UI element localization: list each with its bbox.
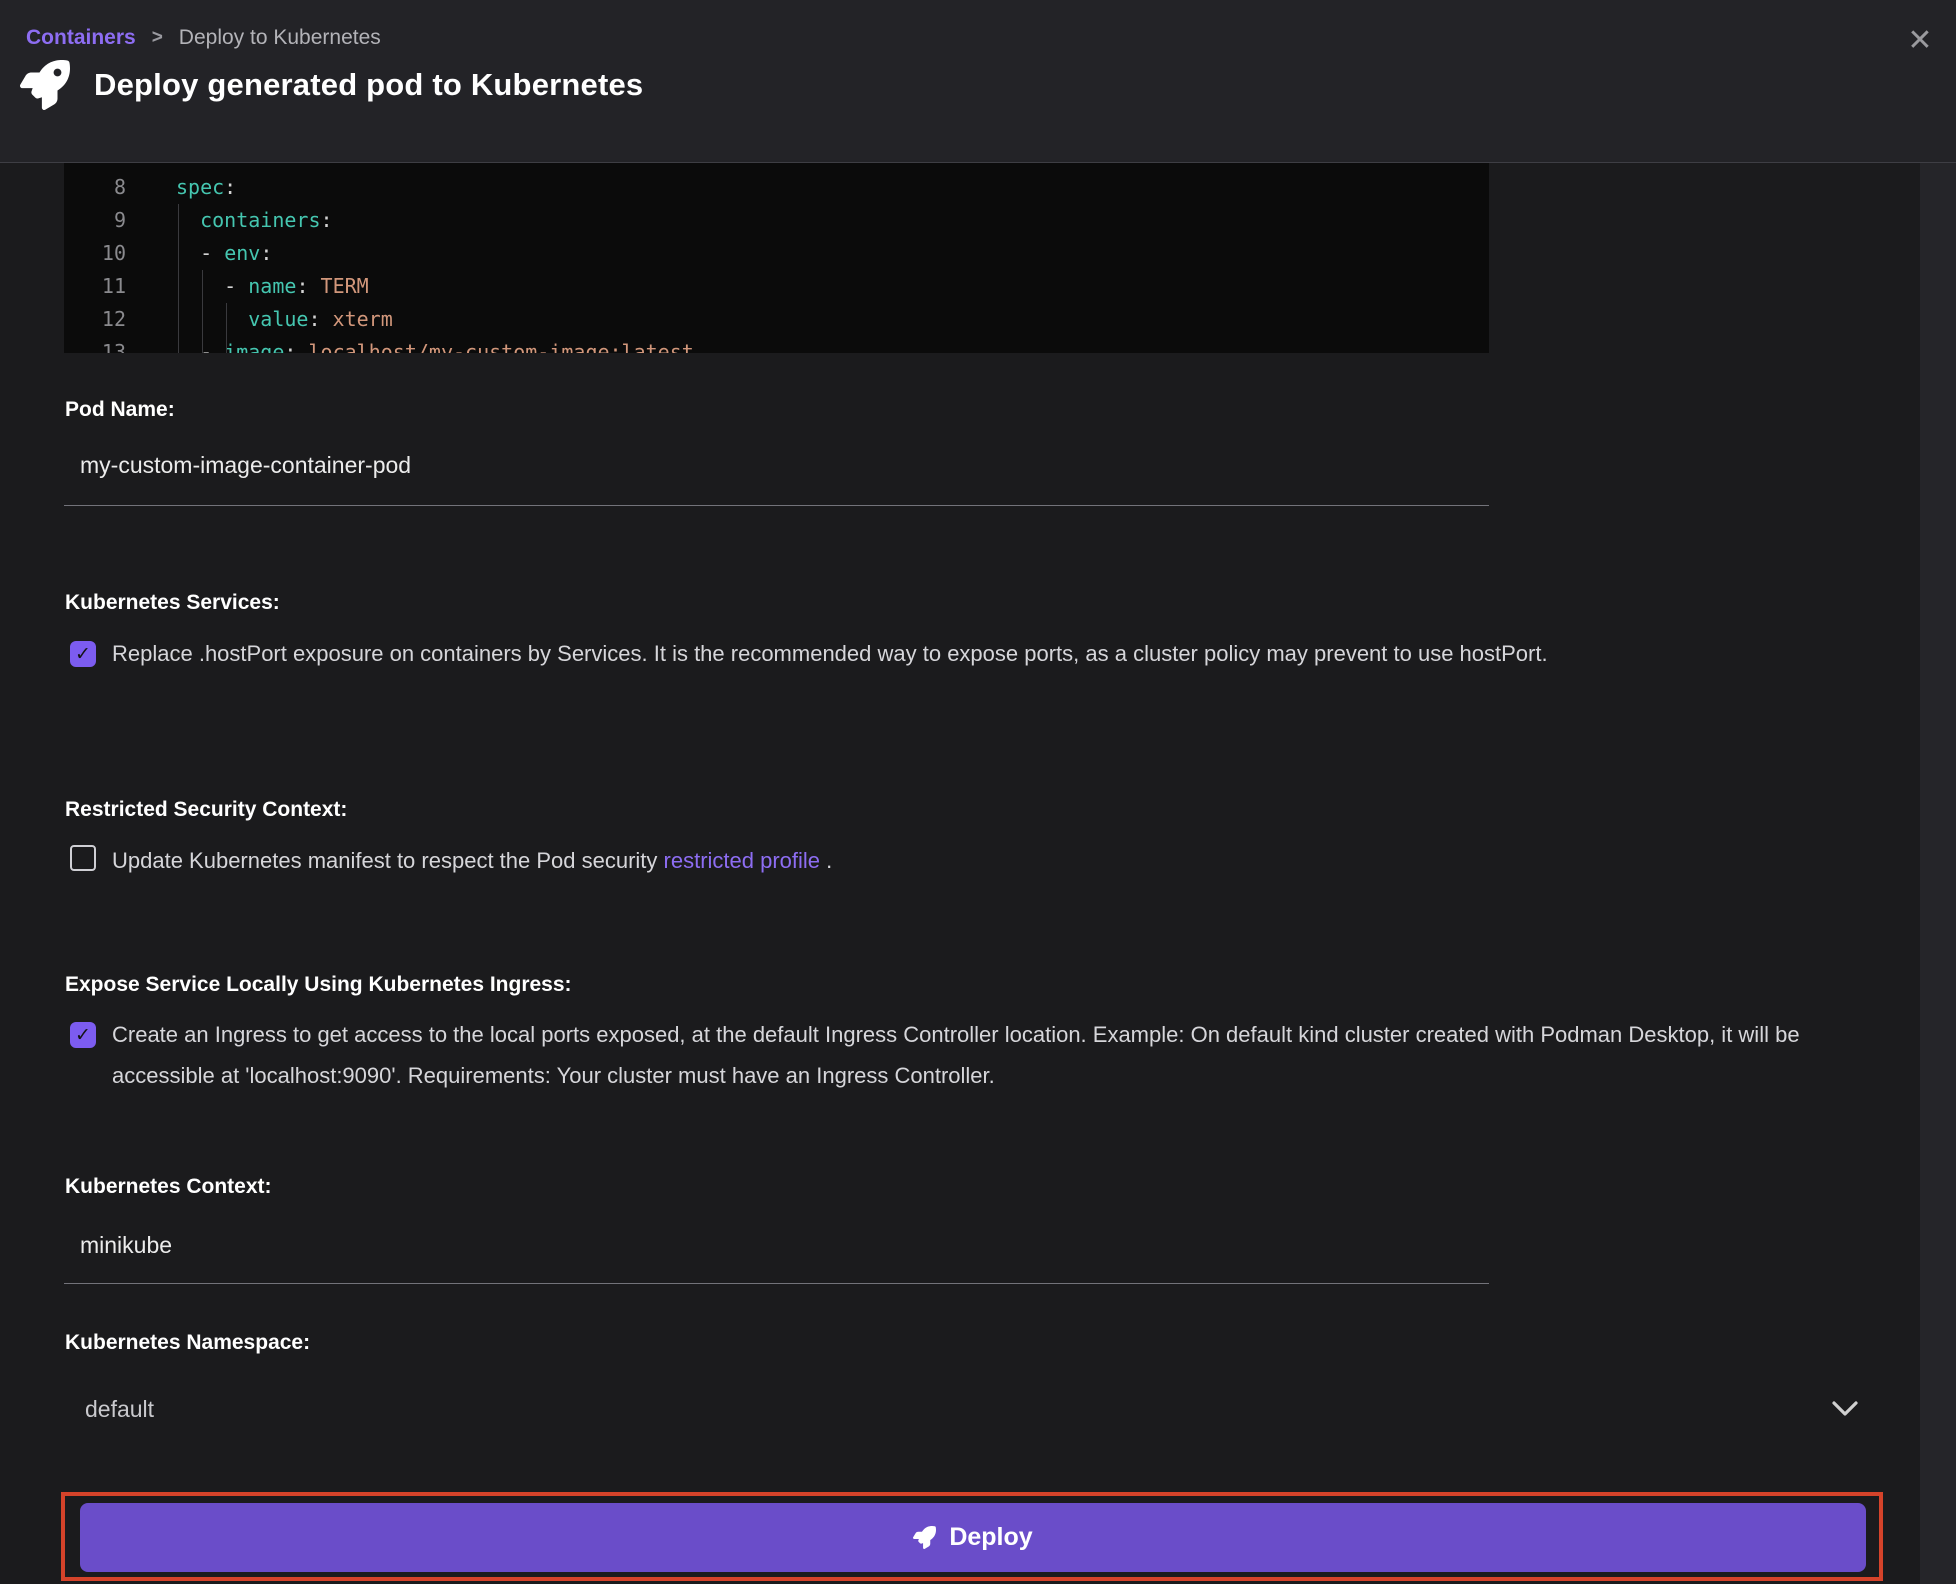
- rocket-icon: [913, 1526, 936, 1549]
- close-icon[interactable]: ✕: [1900, 20, 1940, 60]
- ingress-label: Expose Service Locally Using Kubernetes …: [65, 973, 572, 997]
- restricted-profile-link[interactable]: restricted profile: [664, 848, 821, 873]
- restricted-description: Update Kubernetes manifest to respect th…: [112, 840, 1832, 881]
- yaml-editor[interactable]: 8spec: 9 containers: 10 - env: 11 - name…: [64, 163, 1489, 353]
- deploy-button[interactable]: Deploy: [80, 1503, 1866, 1572]
- breadcrumb: Containers > Deploy to Kubernetes: [26, 26, 381, 50]
- scrollbar-track[interactable]: [1920, 163, 1956, 1584]
- code-line-8: 8spec:: [64, 171, 1489, 204]
- indent-guide: [202, 270, 203, 353]
- context-underline: [64, 1283, 1489, 1284]
- indent-guide: [178, 204, 179, 353]
- page-title: Deploy generated pod to Kubernetes: [94, 67, 643, 103]
- restricted-text: Update Kubernetes manifest to respect th…: [112, 848, 664, 873]
- restricted-checkbox[interactable]: [70, 845, 96, 871]
- context-label: Kubernetes Context:: [65, 1175, 272, 1199]
- restricted-label: Restricted Security Context:: [65, 798, 347, 822]
- context-input[interactable]: minikube: [80, 1232, 172, 1259]
- code-line-9: 9 containers:: [64, 204, 1489, 237]
- chevron-down-icon[interactable]: [1830, 1398, 1860, 1420]
- breadcrumb-separator: >: [152, 27, 163, 49]
- services-checkbox[interactable]: ✓: [70, 641, 96, 667]
- check-icon: ✓: [75, 1024, 91, 1047]
- code-line-13-clipped: 13 - image: localhost/my-custom-image:la…: [64, 336, 1489, 353]
- indent-guide: [226, 303, 227, 353]
- ingress-checkbox[interactable]: ✓: [70, 1022, 96, 1048]
- pod-name-underline: [64, 505, 1489, 506]
- code-line-10: 10 - env:: [64, 237, 1489, 270]
- rocket-icon: [20, 60, 70, 110]
- dialog-header: Containers > Deploy to Kubernetes ✕ Depl…: [0, 0, 1956, 163]
- restricted-text-end: .: [820, 848, 832, 873]
- code-line-12: 12 value: xterm: [64, 303, 1489, 336]
- namespace-select[interactable]: default: [85, 1396, 154, 1423]
- code-line-11: 11 - name: TERM: [64, 270, 1489, 303]
- services-description: Replace .hostPort exposure on containers…: [112, 633, 1817, 674]
- services-label: Kubernetes Services:: [65, 591, 280, 615]
- breadcrumb-link-containers[interactable]: Containers: [26, 26, 136, 50]
- pod-name-label: Pod Name:: [65, 398, 175, 422]
- namespace-label: Kubernetes Namespace:: [65, 1331, 310, 1355]
- check-icon: ✓: [75, 643, 91, 666]
- pod-name-input[interactable]: my-custom-image-container-pod: [80, 452, 411, 479]
- breadcrumb-current: Deploy to Kubernetes: [179, 26, 381, 50]
- deploy-button-label: Deploy: [949, 1523, 1032, 1552]
- ingress-description: Create an Ingress to get access to the l…: [112, 1014, 1832, 1096]
